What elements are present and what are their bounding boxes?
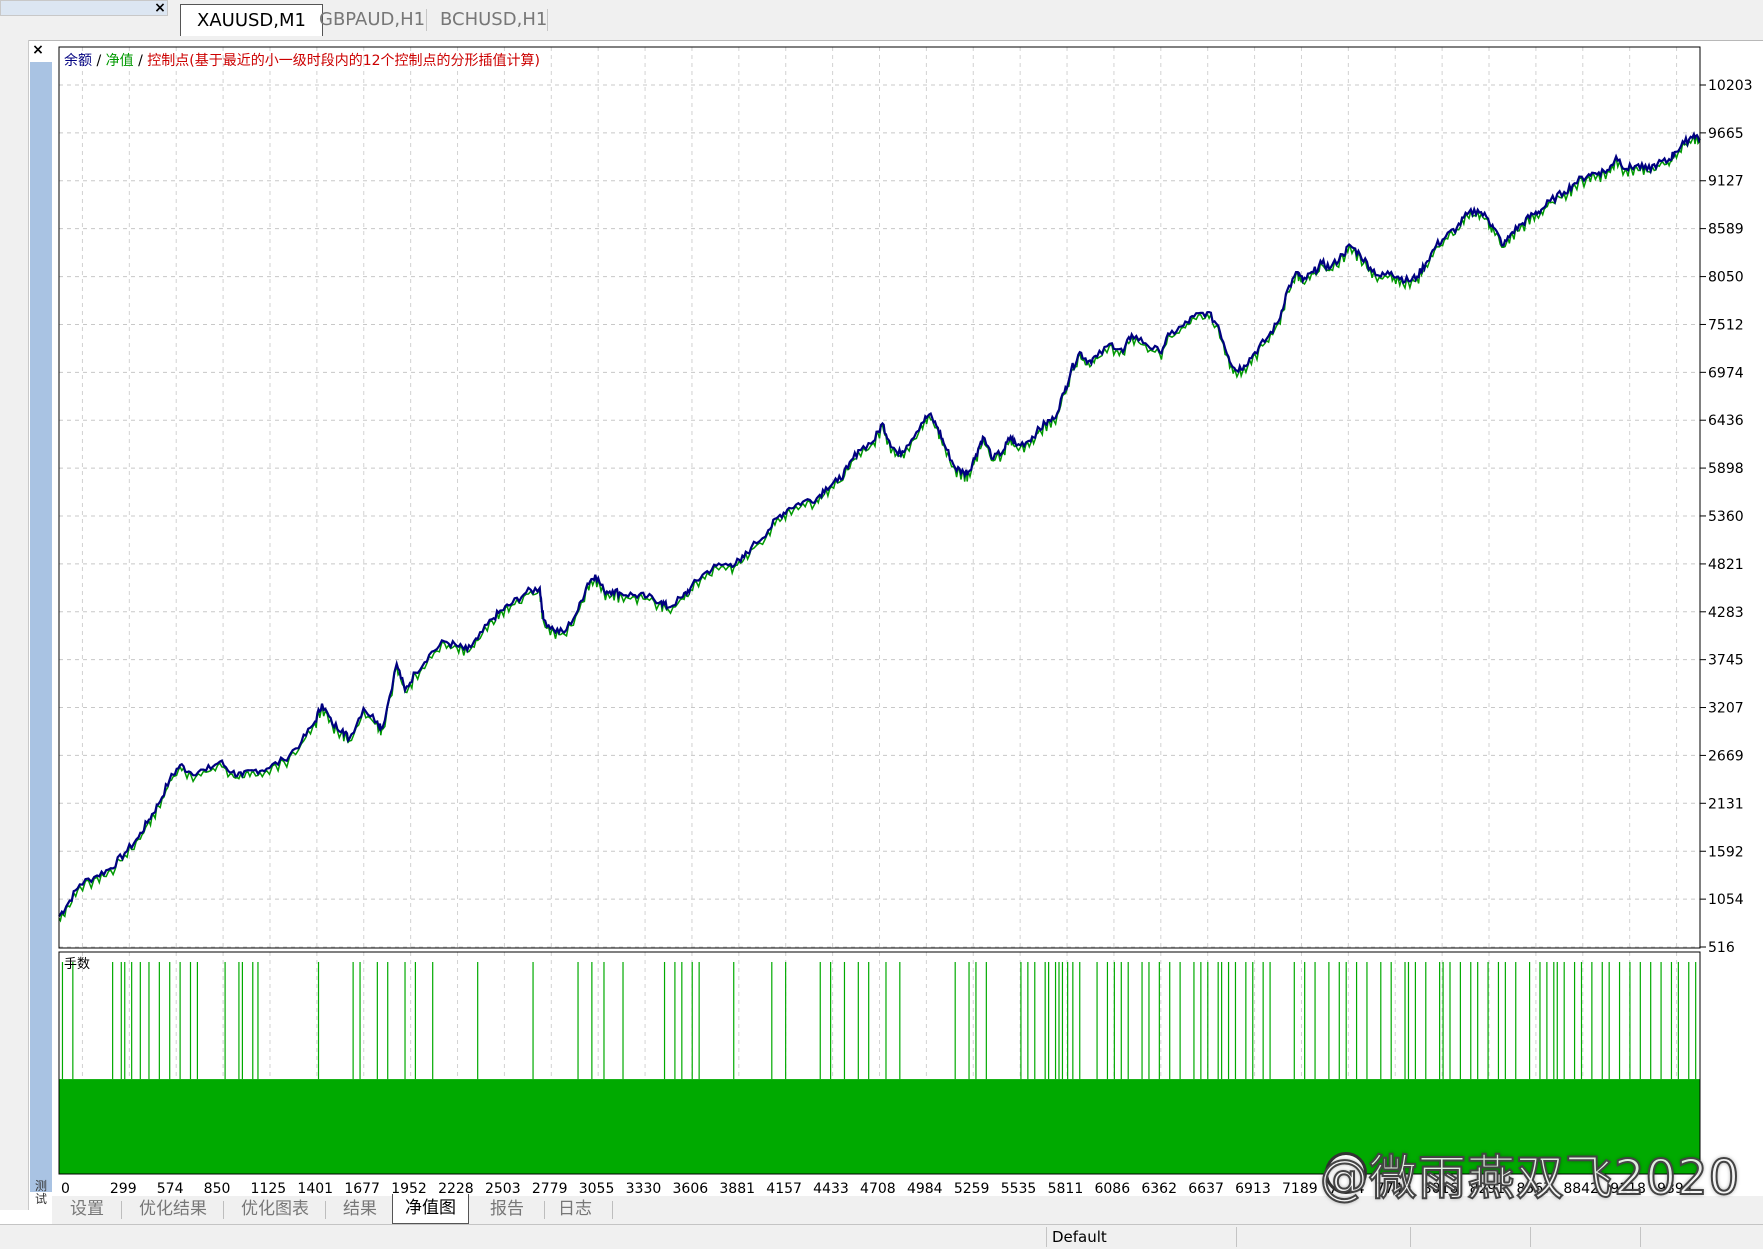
watermark: @微雨燕双飞2020 [1319,1149,1741,1207]
x-tick-label: 574 [157,1181,184,1197]
x-tick-label: 2779 [532,1181,568,1197]
x-tick-label: 6362 [1141,1181,1177,1197]
status-profile: Default [1052,1228,1107,1246]
y-axis: 10203 9665 9127 8589 8050 7512 6974 6436 5898 536… [1700,78,1753,956]
x-tick-label: 4157 [766,1181,802,1197]
y-tick-label: 2131 [1708,796,1744,812]
x-tick-label: 3330 [626,1181,662,1197]
tab-equity-graph[interactable]: 净值图 [392,1194,469,1224]
legend-sep: / [92,53,106,69]
x-tick-label: 2503 [485,1181,521,1197]
y-tick-label: 9665 [1708,126,1744,142]
y-tick-label: 516 [1708,940,1735,956]
status-cell [1236,1227,1237,1247]
x-tick-label: 1125 [251,1181,287,1197]
legend-balance: 余额 [64,52,92,69]
status-bar: Default [0,1224,1763,1249]
chart-legend: 余额 / 净值 / 控制点(基于最近的小一级时段内的12个控制点的分形插值计算) [64,52,540,69]
y-tick-label: 8589 [1708,222,1744,238]
y-tick-label: 6436 [1708,413,1744,429]
legend-sep: / [134,53,148,69]
x-tick-label: 299 [110,1181,137,1197]
y-tick-label: 6974 [1708,365,1744,381]
x-tick-label: 6913 [1235,1181,1271,1197]
tab-optimization-results[interactable]: 优化结果 [127,1196,219,1222]
x-tick-label: 3055 [579,1181,615,1197]
y-tick-label: 10203 [1708,78,1753,94]
chart-background [52,46,1702,1196]
x-tick-label: 5259 [954,1181,990,1197]
tab-results[interactable]: 结果 [331,1196,389,1222]
y-tick-label: 1592 [1708,844,1744,860]
x-tick-label: 1677 [344,1181,380,1197]
x-tick-label: 4984 [907,1181,943,1197]
tab-divider [612,1201,613,1219]
tab-report[interactable]: 报告 [478,1196,536,1222]
y-tick-label: 9127 [1708,174,1744,190]
x-tick-label: 3606 [673,1181,709,1197]
lots-label: 手数 [64,957,90,972]
y-tick-label: 1054 [1708,892,1744,908]
status-cell [1530,1227,1531,1247]
tab-optimization-graph[interactable]: 优化图表 [229,1196,321,1222]
status-cell [1410,1227,1411,1247]
x-tick-label: 4708 [860,1181,896,1197]
x-tick-label: 5535 [1001,1181,1037,1197]
y-tick-label: 7512 [1708,317,1744,333]
tab-divider [544,1201,545,1219]
y-tick-label: 4283 [1708,605,1744,621]
y-tick-label: 4821 [1708,557,1744,573]
x-tick-label: 1401 [297,1181,333,1197]
x-tick-label: 0 [61,1181,70,1197]
y-tick-label: 3745 [1708,653,1744,669]
y-tick-label: 2669 [1708,748,1744,764]
y-tick-label: 5360 [1708,509,1744,525]
tab-divider [325,1201,326,1219]
y-tick-label: 5898 [1708,461,1744,477]
y-tick-label: 8050 [1708,270,1744,286]
x-tick-label: 6637 [1188,1181,1224,1197]
equity-chart: 余额 / 净值 / 控制点(基于最近的小一级时段内的12个控制点的分形插值计算)… [52,46,1753,1197]
status-cell [1046,1227,1047,1247]
x-tick-label: 4433 [813,1181,849,1197]
x-tick-label: 7189 [1282,1181,1318,1197]
legend-note: 控制点(基于最近的小一级时段内的12个控制点的分形插值计算) [147,52,540,69]
x-tick-label: 6086 [1094,1181,1130,1197]
tab-settings[interactable]: 设置 [58,1196,116,1222]
legend-equity: 净值 [106,53,134,69]
status-cell [1640,1227,1641,1247]
y-tick-label: 3207 [1708,701,1744,717]
tab-divider [223,1201,224,1219]
tab-divider [121,1201,122,1219]
x-tick-label: 3881 [719,1181,755,1197]
x-tick-label: 5811 [1048,1181,1084,1197]
tab-journal[interactable]: 日志 [546,1196,604,1222]
x-tick-label: 850 [204,1181,231,1197]
